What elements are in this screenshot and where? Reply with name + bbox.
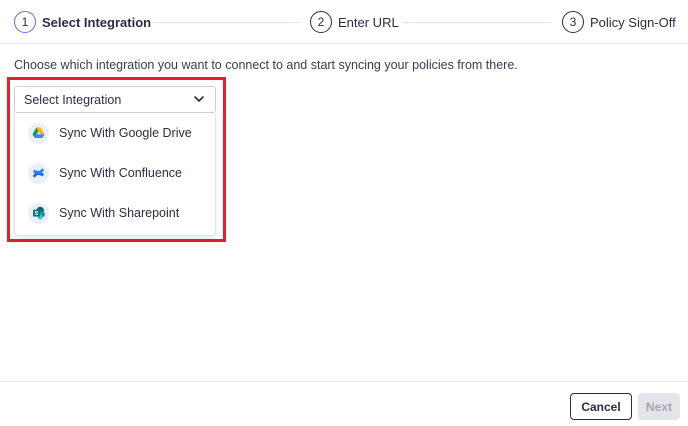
step-label: Enter URL [338,14,399,30]
integration-dropdown-menu: Sync With Google Drive Sync With Conflue… [14,113,216,236]
step-number: 2 [310,11,332,33]
step-label: Policy Sign-Off [590,14,676,30]
stepper: 1 Select Integration 2 Enter URL 3 Polic… [0,0,688,44]
option-label: Sync With Google Drive [59,126,192,140]
step-connector [152,22,300,23]
next-button[interactable]: Next [638,393,680,420]
step-number: 1 [14,11,36,33]
google-drive-icon [28,122,49,144]
step-number: 3 [562,11,584,33]
option-confluence[interactable]: Sync With Confluence [15,153,215,193]
cancel-button[interactable]: Cancel [570,393,632,420]
step-policy-sign-off[interactable]: 3 Policy Sign-Off [562,11,676,33]
option-google-drive[interactable]: Sync With Google Drive [15,113,215,153]
chevron-down-icon [193,94,205,106]
step-label: Select Integration [42,14,152,30]
option-sharepoint[interactable]: S Sync With Sharepoint [15,193,215,233]
svg-text:S: S [34,211,38,217]
instruction-text: Choose which integration you want to con… [14,58,518,72]
footer: Cancel Next [0,381,688,426]
option-label: Sync With Sharepoint [59,206,180,220]
sharepoint-icon: S [28,202,49,224]
confluence-icon [28,162,49,184]
integration-select[interactable]: Select Integration [14,86,216,113]
select-value: Select Integration [24,92,122,107]
step-connector [402,22,552,23]
step-select-integration[interactable]: 1 Select Integration [14,11,151,33]
option-label: Sync With Confluence [59,166,182,180]
step-enter-url[interactable]: 2 Enter URL [310,11,399,33]
